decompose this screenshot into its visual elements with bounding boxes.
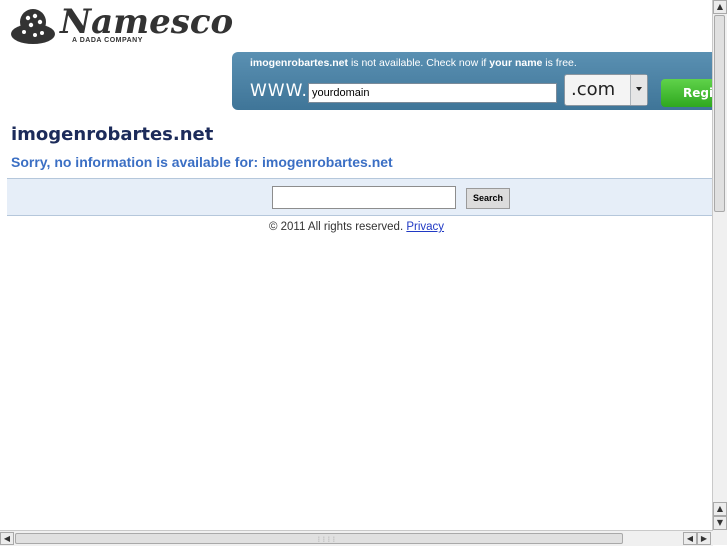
footer: © 2011 All rights reserved. Privacy <box>0 221 713 233</box>
scroll-up-icon-lower[interactable]: ▲ <box>713 502 727 516</box>
vertical-scroll-thumb[interactable] <box>714 15 725 212</box>
copyright-text: © 2011 All rights reserved. <box>268 221 404 233</box>
vertical-scrollbar[interactable]: ▲ ▲ ▼ <box>712 0 727 530</box>
chevron-down-icon <box>636 87 642 91</box>
domain-name-input[interactable] <box>308 83 557 103</box>
domain-availability-banner: imogenrobartes.net is not available. Che… <box>232 52 722 110</box>
horizontal-scrollbar[interactable]: ◀ ⋮⋮⋮⋮ ◀ ▶ <box>0 530 713 546</box>
scroll-right-icon[interactable]: ▶ <box>697 532 711 545</box>
scroll-up-icon[interactable]: ▲ <box>713 0 727 14</box>
namesco-logo[interactable]: Namesco A DADA COMPANY <box>10 2 240 48</box>
privacy-link[interactable]: Privacy <box>406 221 444 233</box>
message-bold: your name <box>489 57 543 69</box>
message-mid: is not available. Check now if <box>348 57 490 69</box>
scroll-left-icon-right[interactable]: ◀ <box>683 532 697 545</box>
tld-dropdown-toggle[interactable] <box>630 75 647 105</box>
tld-selected-value: .com <box>571 79 616 100</box>
search-input[interactable] <box>272 186 456 209</box>
scrollbar-corner <box>713 530 727 545</box>
page-title: imogenrobartes.net <box>11 124 214 145</box>
search-button[interactable]: Search <box>466 188 510 209</box>
no-info-message: Sorry, no information is available for: … <box>11 154 393 170</box>
availability-message: imogenrobartes.net is not available. Che… <box>250 57 577 69</box>
search-bar: Search <box>7 178 713 216</box>
logo-tagline: A DADA COMPANY <box>72 37 143 44</box>
scroll-left-icon[interactable]: ◀ <box>0 532 14 545</box>
grip-icon: ⋮⋮⋮⋮ <box>316 536 337 543</box>
tld-dropdown[interactable]: .com <box>564 74 648 106</box>
www-prefix: WWW. <box>250 81 308 101</box>
unavailable-domain: imogenrobartes.net <box>250 57 349 69</box>
scroll-down-icon[interactable]: ▼ <box>713 516 727 530</box>
horizontal-scroll-thumb[interactable]: ⋮⋮⋮⋮ <box>15 533 623 544</box>
globe-logo-icon <box>11 9 55 44</box>
message-end: is free. <box>542 57 577 69</box>
logo-wordmark: Namesco <box>60 2 234 42</box>
